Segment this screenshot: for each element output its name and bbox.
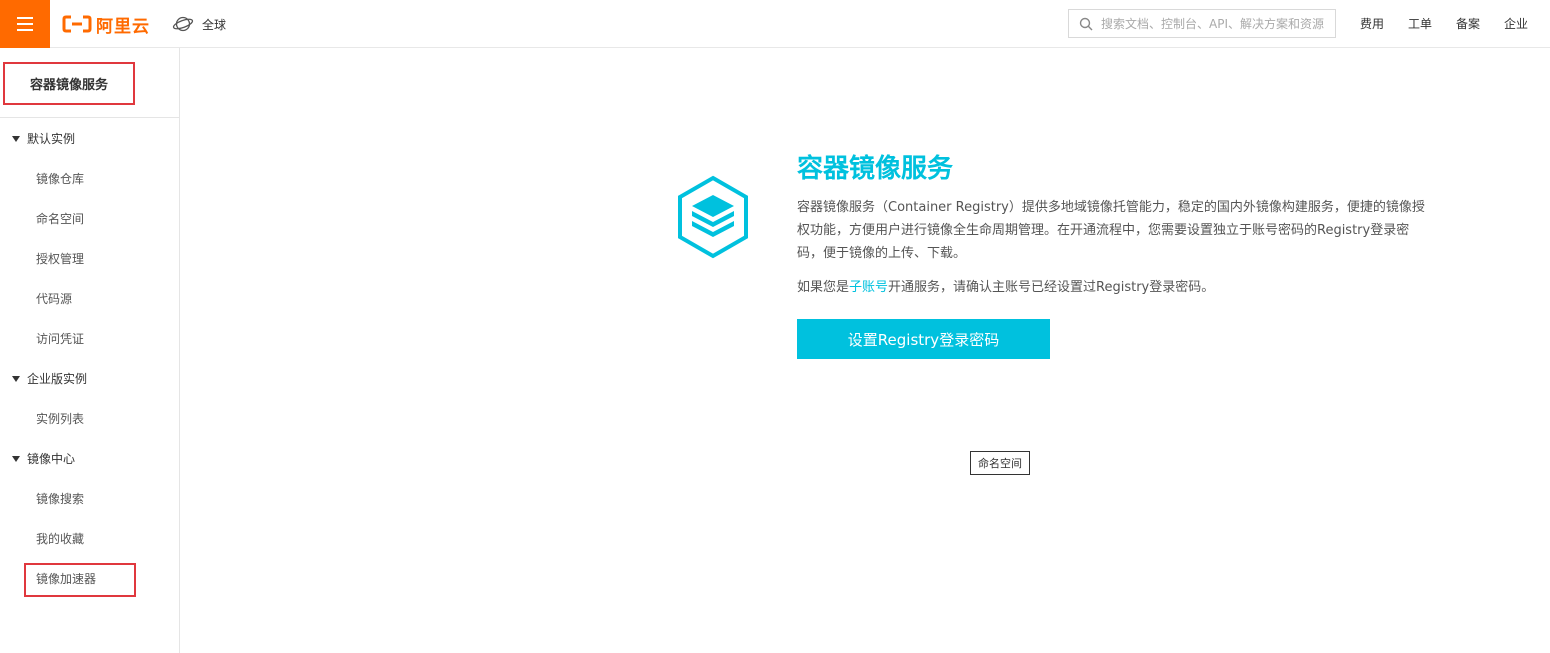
sidebar-group-label: 镜像中心 <box>27 452 76 466</box>
caret-down-icon <box>12 135 20 142</box>
caret-down-icon <box>12 375 20 382</box>
caret-down-icon <box>12 455 20 462</box>
sidebar-group-default-instance[interactable]: 默认实例 <box>12 130 75 147</box>
sidebar-item-favorites[interactable]: 我的收藏 <box>36 530 84 547</box>
sub-account-link[interactable]: 子账号 <box>849 280 888 295</box>
sidebar-item-image-search[interactable]: 镜像搜索 <box>36 490 84 507</box>
service-description: 容器镜像服务（Container Registry）提供多地域镜像托管能力，稳定… <box>797 200 1425 261</box>
nav-link-enterprise[interactable]: 企业 <box>1504 15 1528 32</box>
search-icon <box>1079 17 1093 30</box>
aliyun-logo[interactable]: 阿里云 <box>62 12 150 37</box>
sidebar-item-access-credentials[interactable]: 访问凭证 <box>36 330 84 347</box>
sidebar-item-code-source[interactable]: 代码源 <box>36 290 72 307</box>
search-input[interactable] <box>1101 16 1329 31</box>
note-prefix: 如果您是 <box>797 280 850 295</box>
sidebar-divider <box>0 117 179 118</box>
sidebar-title[interactable]: 容器镜像服务 <box>3 62 135 105</box>
sidebar-item-namespaces[interactable]: 命名空间 <box>36 210 84 227</box>
set-registry-password-button[interactable]: 设置Registry登录密码 <box>797 319 1050 359</box>
sidebar-item-repositories[interactable]: 镜像仓库 <box>36 170 84 187</box>
global-search <box>1068 9 1336 38</box>
sidebar-group-label: 企业版实例 <box>27 372 88 386</box>
region-label: 全球 <box>202 17 227 32</box>
hamburger-menu-icon[interactable] <box>0 0 50 48</box>
aliyun-logo-icon <box>62 15 92 33</box>
note-suffix: 开通服务，请确认主账号已经设置过Registry登录密码。 <box>888 280 1215 295</box>
region-selector[interactable]: 全球 <box>172 13 226 35</box>
sidebar-group-image-center[interactable]: 镜像中心 <box>12 450 75 467</box>
sidebar: 容器镜像服务 默认实例 镜像仓库 命名空间 授权管理 代码源 访问凭证 企业版实… <box>0 48 180 653</box>
sidebar-item-authorization[interactable]: 授权管理 <box>36 250 84 267</box>
top-bar: 阿里云 全球 费用 工单 备案 企业 <box>0 0 1550 48</box>
main-content: 容器镜像服务 容器镜像服务（Container Registry）提供多地域镜像… <box>181 48 1550 653</box>
nav-link-tickets[interactable]: 工单 <box>1408 15 1432 32</box>
nav-link-fees[interactable]: 费用 <box>1360 15 1384 32</box>
page-title: 容器镜像服务 <box>797 154 954 184</box>
container-registry-icon <box>678 175 748 259</box>
sub-account-note: 如果您是子账号开通服务，请确认主账号已经设置过Registry登录密码。 <box>797 276 1214 295</box>
top-nav-links: 费用 工单 备案 企业 <box>1360 15 1528 32</box>
globe-icon <box>172 16 194 32</box>
sidebar-item-image-accelerator[interactable]: 镜像加速器 <box>36 570 96 587</box>
sidebar-group-label: 默认实例 <box>27 132 76 146</box>
tooltip: 命名空间 <box>970 451 1030 475</box>
sidebar-group-enterprise-instance[interactable]: 企业版实例 <box>12 370 87 387</box>
nav-link-icp[interactable]: 备案 <box>1456 15 1480 32</box>
sidebar-item-instance-list[interactable]: 实例列表 <box>36 410 84 427</box>
logo-text: 阿里云 <box>96 16 150 37</box>
